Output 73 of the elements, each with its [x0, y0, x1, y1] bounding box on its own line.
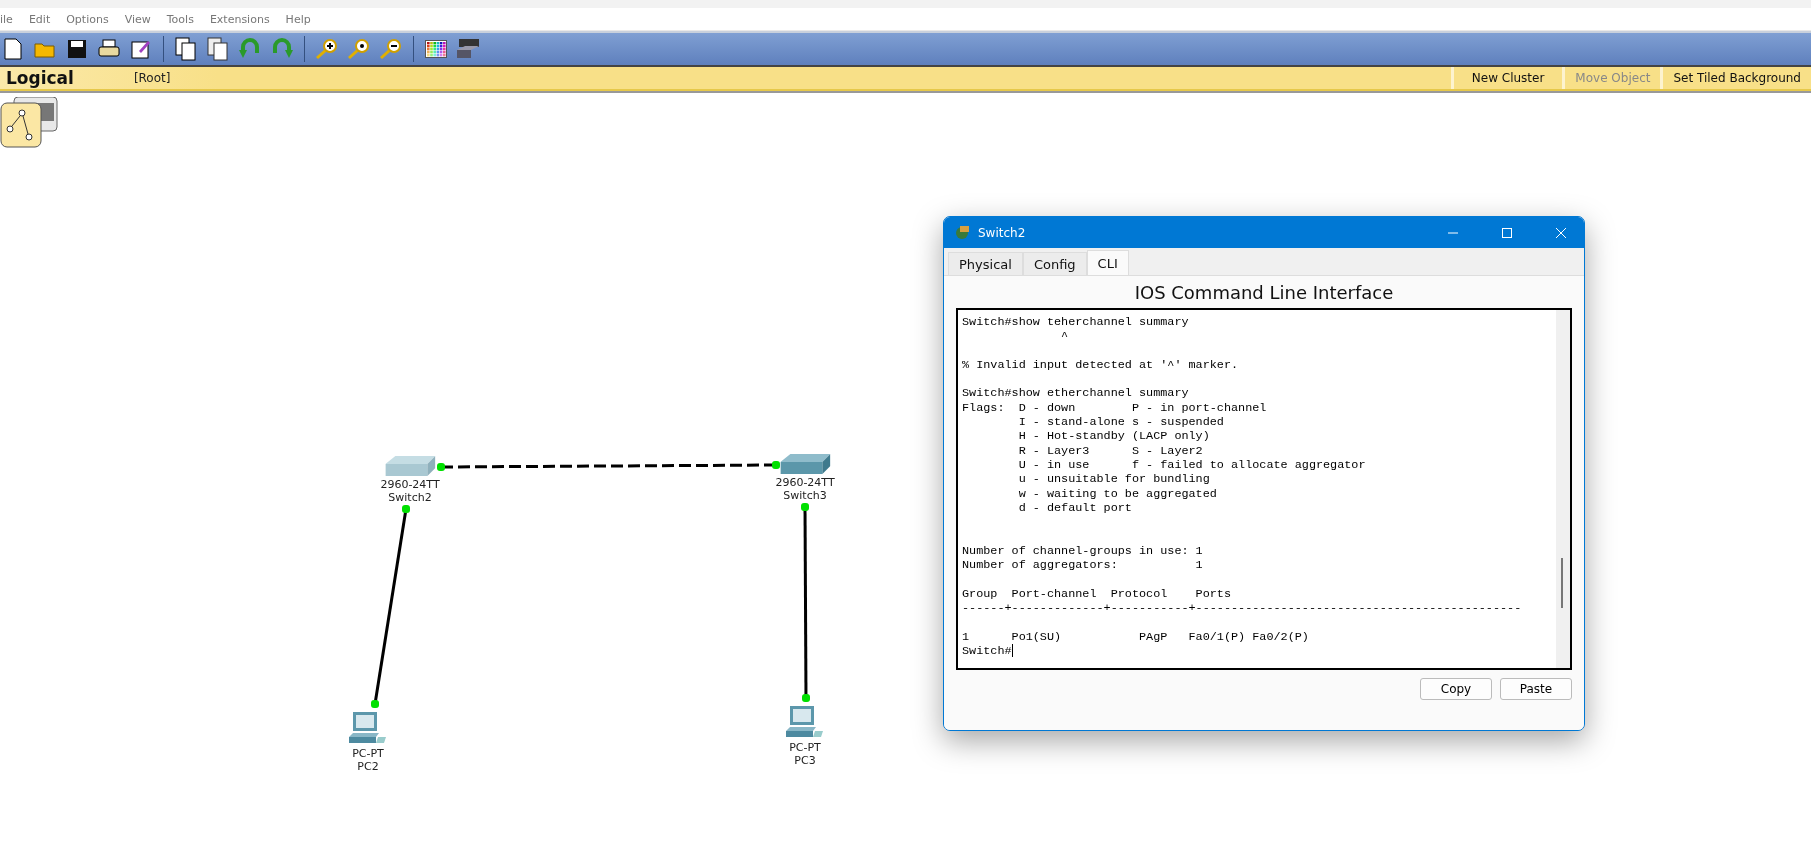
- toolbar-button[interactable]: [173, 36, 199, 62]
- switch-icon: [780, 452, 830, 476]
- cable[interactable]: [801, 503, 810, 702]
- workspace-action[interactable]: Set Tiled Background: [1660, 67, 1811, 89]
- menu-item[interactable]: Help: [277, 12, 319, 26]
- paste-icon: [207, 37, 229, 61]
- cli-line: Number of aggregators: 1: [962, 558, 1203, 573]
- cli-line: w - waiting to be aggregated: [1017, 486, 1217, 501]
- switch-icon: [385, 454, 435, 478]
- dashed-cable[interactable]: [437, 461, 780, 471]
- device-name-label: PC2: [357, 760, 379, 773]
- window-tab[interactable]: Physical: [948, 252, 1023, 275]
- workspace-action[interactable]: New Cluster: [1450, 67, 1563, 89]
- save-icon: [67, 39, 87, 59]
- new-file-icon: [4, 38, 22, 60]
- cli-line: Group Port-channel Protocol Ports: [962, 586, 1231, 601]
- logical-view-icon[interactable]: [0, 97, 58, 149]
- menu-item[interactable]: Extensions: [201, 12, 278, 26]
- cli-line: 1 Po1(SU) PAgP Fa0/1(P) Fa0/2(P): [962, 629, 1309, 644]
- cli-line: d - default port: [1017, 500, 1132, 516]
- menu-item[interactable]: View: [116, 12, 159, 26]
- cli-line: Number of channel-groups in use: 1: [962, 543, 1203, 559]
- cli-line: H - Hot-standby (LACP only): [1017, 429, 1210, 444]
- window-tab[interactable]: CLI: [1086, 250, 1129, 275]
- window-tab[interactable]: Config: [1022, 252, 1087, 275]
- menu-item[interactable]: ile: [0, 12, 21, 26]
- menu-item[interactable]: Tools: [158, 12, 202, 26]
- menu-item[interactable]: Options: [58, 12, 117, 26]
- color-palette-icon: [425, 40, 447, 58]
- dialog-button[interactable]: Paste: [1500, 678, 1572, 700]
- copy-icon: [175, 37, 197, 61]
- cli-line: u - unsuitable for bundling: [1017, 472, 1210, 487]
- maximize-icon: [1501, 226, 1513, 239]
- cli-line: U - in use f - failed to allocate aggregator: [1017, 457, 1366, 473]
- toolbar-button[interactable]: [205, 36, 231, 62]
- text-cursor: [1011, 644, 1013, 658]
- window-title: Switch2: [978, 225, 1027, 240]
- device-globe-icon: [954, 224, 970, 241]
- cli-heading: IOS Command Line Interface: [1133, 281, 1395, 305]
- cli-line: ------+-------------+-----------+----------------------------------------------: [962, 600, 1522, 616]
- network-device-icon: [456, 38, 480, 60]
- cli-line: ^: [1060, 329, 1069, 344]
- device-name-label: PC3: [794, 754, 816, 767]
- device-model-label: 2960-24TT: [380, 478, 440, 491]
- cli-line: Switch#show etherchannel summary: [962, 386, 1189, 401]
- device-model-label: 2960-24TT: [775, 476, 835, 489]
- folder-icon: [34, 40, 56, 58]
- device-model-label: PC-PT: [789, 741, 821, 754]
- toolbar-button[interactable]: [314, 36, 340, 62]
- cli-line: R - Layer3 S - Layer2: [1017, 443, 1203, 458]
- cable[interactable]: [371, 505, 410, 708]
- cli-line: I - stand-alone s - suspended: [1017, 415, 1224, 430]
- undo-arrow-icon: [239, 38, 261, 60]
- cli-line: Switch#: [962, 643, 1012, 659]
- device-model-label: PC-PT: [352, 747, 384, 760]
- dialog-button[interactable]: Copy: [1420, 678, 1492, 700]
- device-name-label: Switch3: [783, 489, 827, 502]
- menu-item[interactable]: Edit: [20, 12, 59, 26]
- zoom-in-icon: [315, 38, 339, 60]
- zoom-out-icon: [379, 38, 403, 60]
- scrollbar[interactable]: [1556, 310, 1570, 668]
- pencil-note-icon: [131, 39, 151, 59]
- cli-terminal[interactable]: [956, 308, 1572, 670]
- cli-line: % Invalid input detected at '^' marker.: [962, 357, 1239, 373]
- cli-line: Flags: D - down P - in port-channel: [962, 400, 1267, 416]
- cli-line: Switch#show teherchannel summary: [962, 315, 1189, 330]
- device-name-label: Switch2: [388, 491, 432, 504]
- zoom-reset-icon: [347, 38, 371, 60]
- close-icon: [1555, 226, 1567, 239]
- workspace-mode-label: Logical: [5, 68, 74, 88]
- redo-arrow-icon: [271, 38, 293, 60]
- cluster-path: [Root]: [133, 71, 171, 85]
- print-icon: [98, 39, 120, 59]
